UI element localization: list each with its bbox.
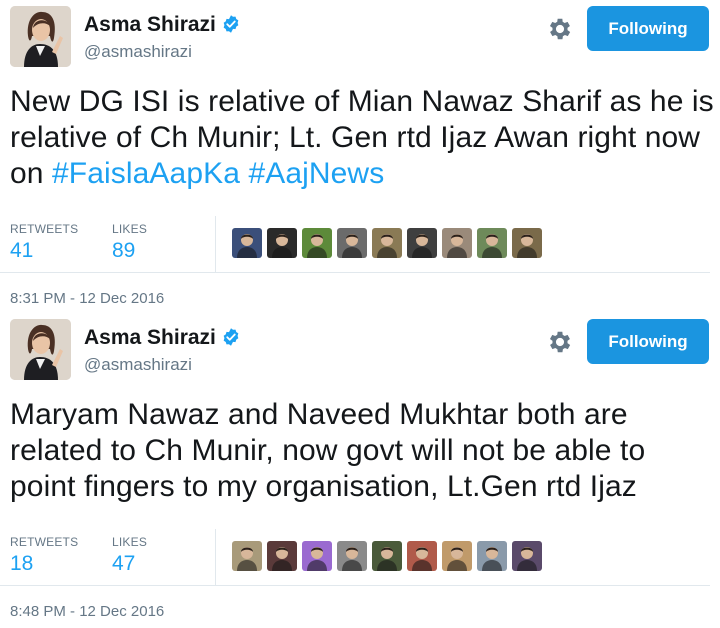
author-name[interactable]: Asma Shirazi	[84, 326, 241, 350]
retweets-stat[interactable]: RETWEETS 41	[10, 222, 78, 263]
liker-avatar[interactable]	[442, 228, 472, 258]
hashtag-link[interactable]: #FaislaAapKa	[52, 157, 240, 190]
likes-label: LIKES	[112, 222, 148, 236]
likes-stat[interactable]: LIKES 89	[112, 222, 147, 263]
verified-badge-icon	[223, 328, 239, 346]
likes-count[interactable]: 89	[112, 239, 147, 263]
liker-avatar[interactable]	[442, 541, 472, 571]
tweet-text: Maryam Nawaz and Naveed Mukhtar both are…	[10, 397, 715, 505]
retweets-label: RETWEETS	[10, 535, 79, 549]
liker-avatar[interactable]	[302, 228, 332, 258]
author-name-text[interactable]: Asma Shirazi	[84, 13, 216, 36]
tweet-text: New DG ISI is relative of Mian Nawaz Sha…	[10, 84, 715, 192]
author-handle[interactable]: @asmashirazi	[84, 42, 192, 62]
stats-divider	[215, 529, 216, 585]
stats-divider	[215, 216, 216, 272]
following-button[interactable]: Following	[587, 6, 709, 51]
liker-avatar[interactable]	[407, 541, 437, 571]
following-button[interactable]: Following	[587, 319, 709, 364]
gear-icon[interactable]	[546, 15, 574, 43]
retweets-count[interactable]: 41	[10, 239, 78, 263]
liker-avatar[interactable]	[232, 541, 262, 571]
tweet-stats: RETWEETS 18 LIKES 47	[0, 529, 710, 586]
liker-avatar[interactable]	[232, 228, 262, 258]
liker-avatar[interactable]	[337, 228, 367, 258]
liker-avatar[interactable]	[337, 541, 367, 571]
liker-avatar[interactable]	[372, 541, 402, 571]
tweet-timestamp[interactable]: 8:31 PM - 12 Dec 2016	[10, 290, 164, 307]
likes-stat[interactable]: LIKES 47	[112, 535, 147, 576]
liker-avatar[interactable]	[407, 228, 437, 258]
hashtag-link[interactable]: #AajNews	[248, 157, 384, 190]
liker-avatar[interactable]	[372, 228, 402, 258]
retweets-stat[interactable]: RETWEETS 18	[10, 535, 78, 576]
likes-count[interactable]: 47	[112, 552, 147, 576]
liker-avatar[interactable]	[267, 228, 297, 258]
liker-avatar[interactable]	[477, 228, 507, 258]
gear-icon[interactable]	[546, 328, 574, 356]
author-avatar[interactable]	[10, 6, 71, 67]
liker-avatar[interactable]	[267, 541, 297, 571]
tweet-timestamp[interactable]: 8:48 PM - 12 Dec 2016	[10, 603, 164, 620]
tweet-text-segment: Maryam Nawaz and Naveed Mukhtar both are…	[10, 398, 646, 503]
verified-badge-icon	[223, 15, 239, 33]
likes-label: LIKES	[112, 535, 148, 549]
author-avatar[interactable]	[10, 319, 71, 380]
liker-avatar[interactable]	[512, 541, 542, 571]
liker-avatar[interactable]	[512, 228, 542, 258]
author-name[interactable]: Asma Shirazi	[84, 13, 241, 37]
author-name-text[interactable]: Asma Shirazi	[84, 326, 216, 349]
author-handle[interactable]: @asmashirazi	[84, 355, 192, 375]
liker-avatar[interactable]	[477, 541, 507, 571]
liker-avatar[interactable]	[302, 541, 332, 571]
retweets-count[interactable]: 18	[10, 552, 78, 576]
tweet-stats: RETWEETS 41 LIKES 89	[0, 216, 710, 273]
retweets-label: RETWEETS	[10, 222, 79, 236]
